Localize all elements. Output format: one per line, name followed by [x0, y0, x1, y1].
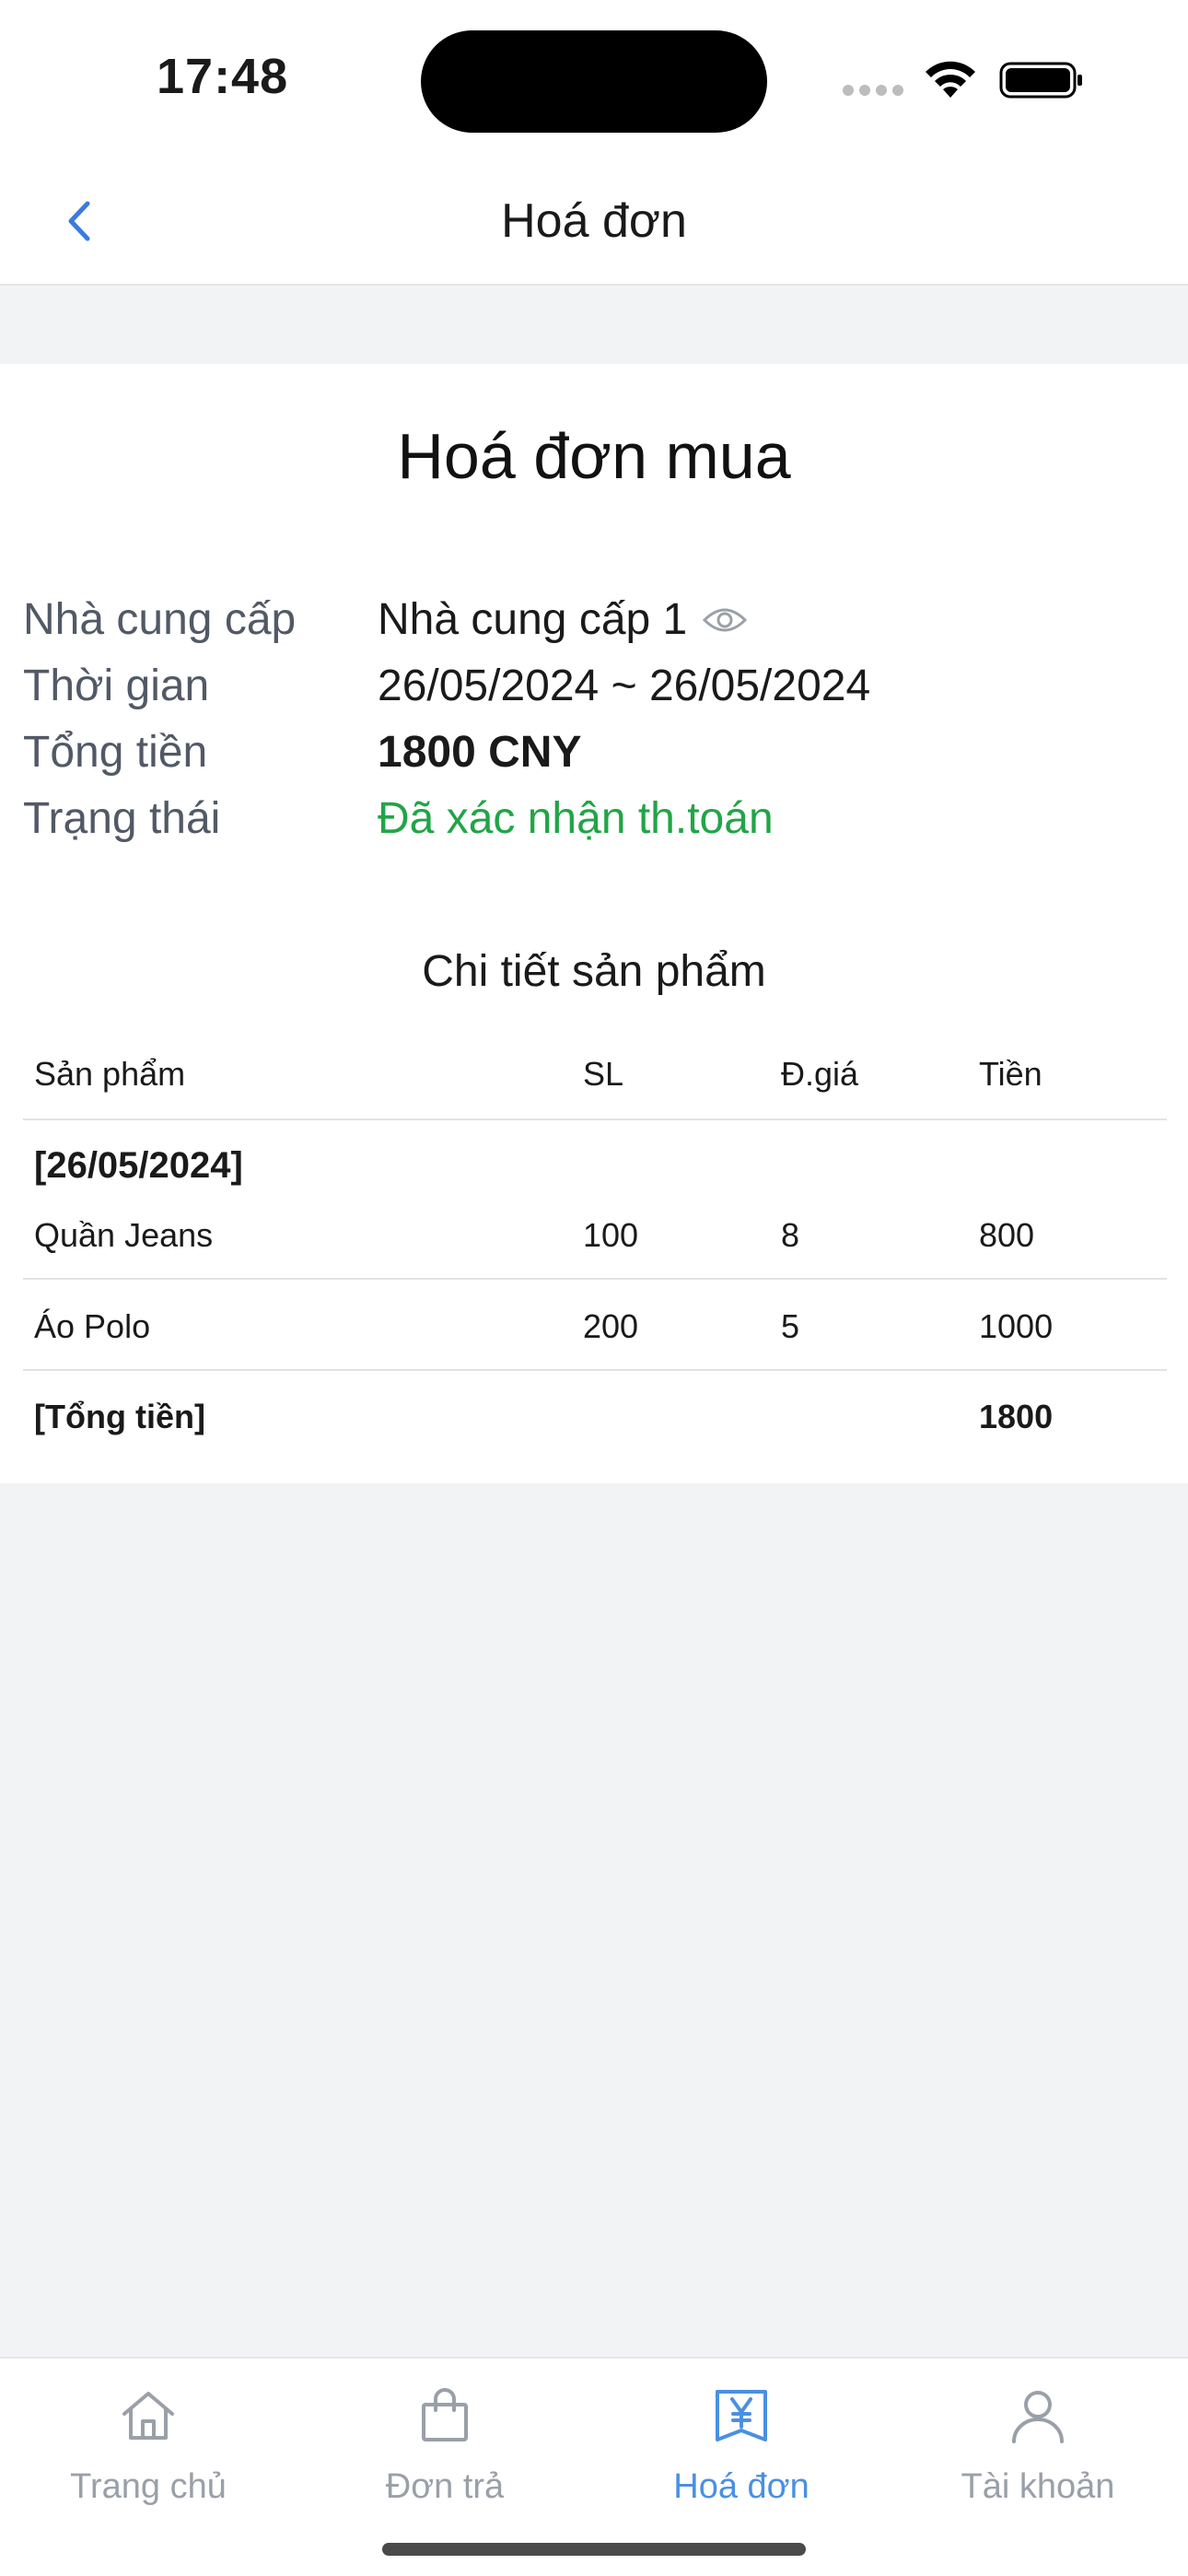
total-label: Tổng tiền [23, 728, 208, 777]
status-time: 17:48 [157, 49, 289, 104]
row-1-product: Quần Jeans [34, 1216, 214, 1254]
page-title: Hoá đơn [501, 194, 687, 248]
tab-account-label: Tài khoản [961, 2467, 1115, 2506]
supplier-label: Nhà cung cấp [23, 595, 297, 644]
row-1-price: 8 [781, 1216, 800, 1254]
total-row: Tổng tiền 1800 CNY [0, 727, 1188, 793]
group-date: [26/05/2024] [34, 1145, 243, 1186]
battery-icon [999, 62, 1082, 99]
shopping-bag-icon [422, 2388, 468, 2441]
dynamic-island [421, 30, 767, 133]
supplier-value: Nhà cung cấp 1 [378, 594, 748, 645]
row-2-amount: 1000 [979, 1307, 1054, 1345]
tab-home-label: Trang chủ [70, 2467, 227, 2506]
status-value: Đã xác nhận th.toán [378, 794, 774, 843]
row-2-qty: 200 [583, 1307, 639, 1345]
time-label: Thời gian [23, 662, 210, 710]
table-total-amount: 1800 [979, 1398, 1054, 1435]
invoice-yen-icon [716, 2390, 767, 2441]
supplier-name: Nhà cung cấp 1 [378, 595, 688, 644]
col-header-amount: Tiền [979, 1055, 1042, 1093]
home-indicator[interactable] [382, 2543, 806, 2556]
eye-icon[interactable] [702, 605, 748, 635]
total-value: 1800 CNY [378, 728, 582, 777]
row-1-amount: 800 [979, 1216, 1035, 1254]
invoice-title: Hoá đơn mua [397, 420, 791, 492]
row-1-qty: 100 [583, 1216, 639, 1254]
tab-returns[interactable]: Đơn trả [297, 2359, 593, 2534]
divider [23, 1118, 1167, 1120]
divider [23, 1369, 1167, 1371]
details-title: Chi tiết sản phẩm [422, 947, 766, 996]
status-label: Trạng thái [23, 794, 221, 843]
user-icon [1012, 2391, 1064, 2443]
col-header-product: Sản phẩm [34, 1055, 186, 1093]
col-header-price: Đ.giá [781, 1055, 859, 1093]
status-row: Trạng thái Đã xác nhận th.toán [0, 793, 1188, 860]
table-total-label: [Tổng tiền] [34, 1398, 205, 1435]
supplier-row: Nhà cung cấp Nhà cung cấp 1 [0, 594, 1188, 661]
tab-returns-label: Đơn trả [385, 2467, 505, 2506]
time-row: Thời gian 26/05/2024 ~ 26/05/2024 [0, 661, 1188, 727]
row-2-product: Áo Polo [34, 1307, 151, 1345]
wifi-icon [926, 61, 975, 98]
navigation-bar: Hoá đơn [0, 157, 1188, 286]
tab-account[interactable]: Tài khoản [890, 2359, 1186, 2534]
tab-home[interactable]: Trang chủ [0, 2359, 297, 2534]
status-bar: 17:48 [0, 0, 1188, 157]
divider [23, 1278, 1167, 1280]
time-value: 26/05/2024 ~ 26/05/2024 [378, 662, 871, 710]
tab-invoice[interactable]: Hoá đơn [593, 2359, 890, 2534]
cellular-signal-icon [843, 85, 905, 98]
invoice-card: Hoá đơn mua Nhà cung cấp Nhà cung cấp 1 … [0, 364, 1188, 1483]
row-2-price: 5 [781, 1307, 800, 1345]
tab-invoice-label: Hoá đơn [673, 2467, 809, 2506]
home-icon [122, 2392, 174, 2440]
col-header-qty: SL [583, 1055, 624, 1093]
